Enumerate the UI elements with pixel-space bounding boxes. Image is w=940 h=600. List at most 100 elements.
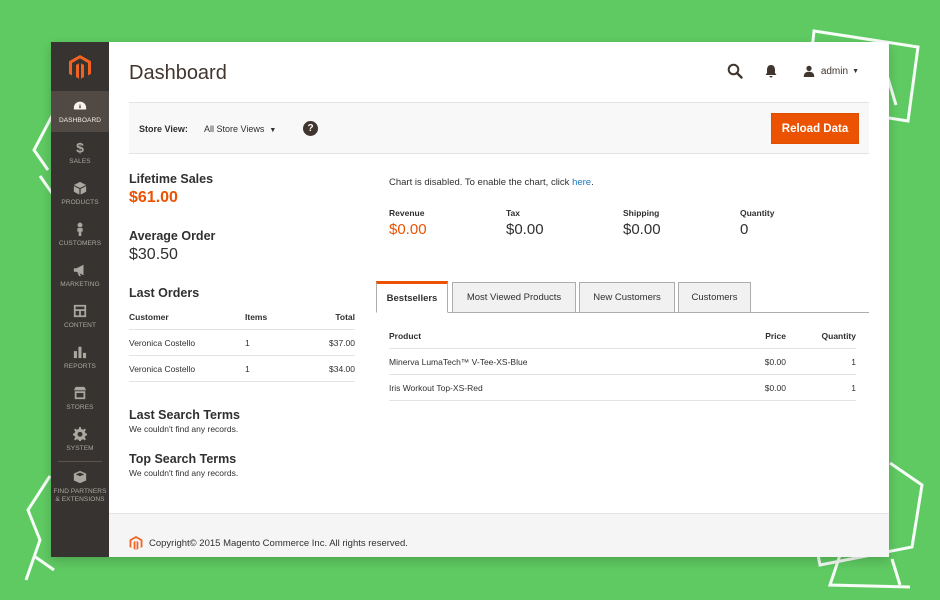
search-icon[interactable] xyxy=(727,63,743,79)
top-search-terms: Top Search Terms We couldn't find any re… xyxy=(129,452,355,478)
bell-icon[interactable] xyxy=(763,63,779,79)
person-icon xyxy=(77,222,83,236)
user-menu[interactable]: admin ▼ xyxy=(803,65,859,77)
table-row[interactable]: Veronica Costello 1 $34.00 xyxy=(129,355,355,382)
table-row[interactable]: Minerva LumaTech™ V-Tee-XS-Blue $0.00 1 xyxy=(389,348,856,375)
sidebar-item-content[interactable]: CONTENT xyxy=(51,296,109,337)
sidebar-item-system[interactable]: SYSTEM xyxy=(51,419,109,460)
total-value: $0.00 xyxy=(389,221,427,238)
top-search-terms-title: Top Search Terms xyxy=(129,452,237,466)
chart-message-text: Chart is disabled. To enable the chart, … xyxy=(389,177,573,188)
sidebar-item-label: REPORTS xyxy=(63,362,96,370)
sidebar-item-label: MARKETING xyxy=(60,280,100,288)
sidebar: DASHBOARD $ SALES PRODUCTS CUSTOMERS MAR… xyxy=(51,42,109,557)
store-view-bar: Store View: All Store Views ▼ ? Reload Da… xyxy=(129,102,869,154)
chart-disabled-message: Chart is disabled. To enable the chart, … xyxy=(389,172,869,188)
last-search-empty-message: We couldn't find any records. xyxy=(129,424,239,434)
sidebar-item-sales[interactable]: $ SALES xyxy=(51,132,109,173)
sidebar-item-find-partners[interactable]: FIND PARTNERS & EXTENSIONS xyxy=(51,463,109,511)
store-view-label: Store View: xyxy=(139,124,188,134)
sidebar-item-stores[interactable]: STORES xyxy=(51,378,109,419)
total-label: Tax xyxy=(506,208,521,218)
page-title: Dashboard xyxy=(129,62,227,84)
order-total: $37.00 xyxy=(305,329,355,356)
column-header: Price xyxy=(726,327,786,349)
reload-data-button[interactable]: Reload Data xyxy=(771,113,859,144)
order-customer: Veronica Costello xyxy=(129,355,245,382)
tab-customers[interactable]: Customers xyxy=(678,282,751,313)
dashboard-tabs: Bestsellers Most Viewed Products New Cus… xyxy=(376,280,869,313)
total-quantity: Quantity 0 xyxy=(740,208,857,238)
box-icon xyxy=(73,470,87,484)
last-orders: Last Orders Customer Items Total Veronic… xyxy=(129,286,355,382)
total-label: Shipping xyxy=(623,208,660,218)
product-name: Iris Workout Top-XS-Red xyxy=(389,374,726,401)
product-quantity: 1 xyxy=(786,374,856,401)
help-icon[interactable]: ? xyxy=(303,121,318,136)
page-footer: Copyright© 2015 Magento Commerce Inc. Al… xyxy=(109,513,889,557)
tab-bestsellers[interactable]: Bestsellers xyxy=(376,281,448,313)
megaphone-icon xyxy=(73,264,84,276)
total-value: $0.00 xyxy=(623,221,661,238)
sidebar-item-label: SYSTEM xyxy=(66,444,94,452)
table-header-row: Customer Items Total xyxy=(129,308,355,330)
sidebar-item-label: SALES xyxy=(69,157,91,165)
chevron-down-icon: ▼ xyxy=(269,127,277,134)
order-total: $34.00 xyxy=(305,355,355,382)
main-content: Dashboard admin ▼ Store View: All Store … xyxy=(109,42,889,557)
top-search-empty-message: We couldn't find any records. xyxy=(129,468,239,478)
sidebar-item-reports[interactable]: REPORTS xyxy=(51,337,109,378)
header-actions: admin ▼ xyxy=(727,63,859,79)
last-search-terms-title: Last Search Terms xyxy=(129,408,240,422)
average-order-label: Average Order xyxy=(129,229,216,243)
bestsellers-table: Product Price Quantity Minerva LumaTech™… xyxy=(389,327,856,401)
column-header: Quantity xyxy=(786,327,856,349)
last-orders-table: Customer Items Total Veronica Costello 1… xyxy=(129,308,355,382)
copyright-text: Copyright© 2015 Magento Commerce Inc. Al… xyxy=(149,538,408,549)
lifetime-sales-value: $61.00 xyxy=(129,189,178,206)
sidebar-item-products[interactable]: PRODUCTS xyxy=(51,173,109,214)
total-label: Revenue xyxy=(389,208,425,218)
chart-message-period: . xyxy=(591,177,594,188)
store-view-selected: All Store Views xyxy=(204,124,265,134)
page-header: Dashboard admin ▼ xyxy=(129,42,869,102)
lifetime-sales-label: Lifetime Sales xyxy=(129,172,214,186)
dashboard-right-column: Chart is disabled. To enable the chart, … xyxy=(376,172,869,401)
product-name: Minerva LumaTech™ V-Tee-XS-Blue xyxy=(389,348,726,375)
svg-text:$: $ xyxy=(76,140,84,154)
enable-chart-link[interactable]: here xyxy=(572,177,591,188)
sidebar-item-label: STORES xyxy=(66,403,94,411)
sidebar-item-marketing[interactable]: MARKETING xyxy=(51,255,109,296)
table-row[interactable]: Veronica Costello 1 $37.00 xyxy=(129,329,355,356)
gear-icon xyxy=(73,426,87,441)
sidebar-item-label: FIND PARTNERS & EXTENSIONS xyxy=(53,488,107,503)
user-name: admin xyxy=(820,65,849,77)
column-header: Product xyxy=(389,327,726,349)
sidebar-item-customers[interactable]: CUSTOMERS xyxy=(51,214,109,255)
layout-icon xyxy=(73,304,87,317)
total-shipping: Shipping $0.00 xyxy=(623,208,740,238)
order-customer: Veronica Costello xyxy=(129,329,245,356)
column-header: Customer xyxy=(129,308,245,330)
table-header-row: Product Price Quantity xyxy=(389,327,856,349)
sidebar-item-dashboard[interactable]: DASHBOARD xyxy=(51,91,109,132)
total-value: 0 xyxy=(740,221,749,238)
cube-icon xyxy=(73,181,87,195)
tab-new-customers[interactable]: New Customers xyxy=(579,282,675,313)
tab-most-viewed-products[interactable]: Most Viewed Products xyxy=(452,282,576,313)
dashboard-left-column: Lifetime Sales $61.00 Average Order $30.… xyxy=(129,172,355,478)
average-order-value: $30.50 xyxy=(129,246,178,263)
last-orders-title: Last Orders xyxy=(129,286,200,300)
total-label: Quantity xyxy=(740,208,775,218)
sidebar-item-label: CONTENT xyxy=(63,321,97,329)
lifetime-sales: Lifetime Sales $61.00 xyxy=(129,172,355,207)
table-row[interactable]: Iris Workout Top-XS-Red $0.00 1 xyxy=(389,374,856,401)
magento-logo-icon[interactable] xyxy=(51,42,109,91)
sidebar-divider xyxy=(58,461,102,462)
order-items: 1 xyxy=(245,355,305,382)
average-order: Average Order $30.50 xyxy=(129,229,355,264)
bar-chart-icon xyxy=(73,346,87,358)
store-view-switcher[interactable]: All Store Views ▼ xyxy=(204,124,276,134)
product-price: $0.00 xyxy=(726,348,786,375)
product-quantity: 1 xyxy=(786,348,856,375)
